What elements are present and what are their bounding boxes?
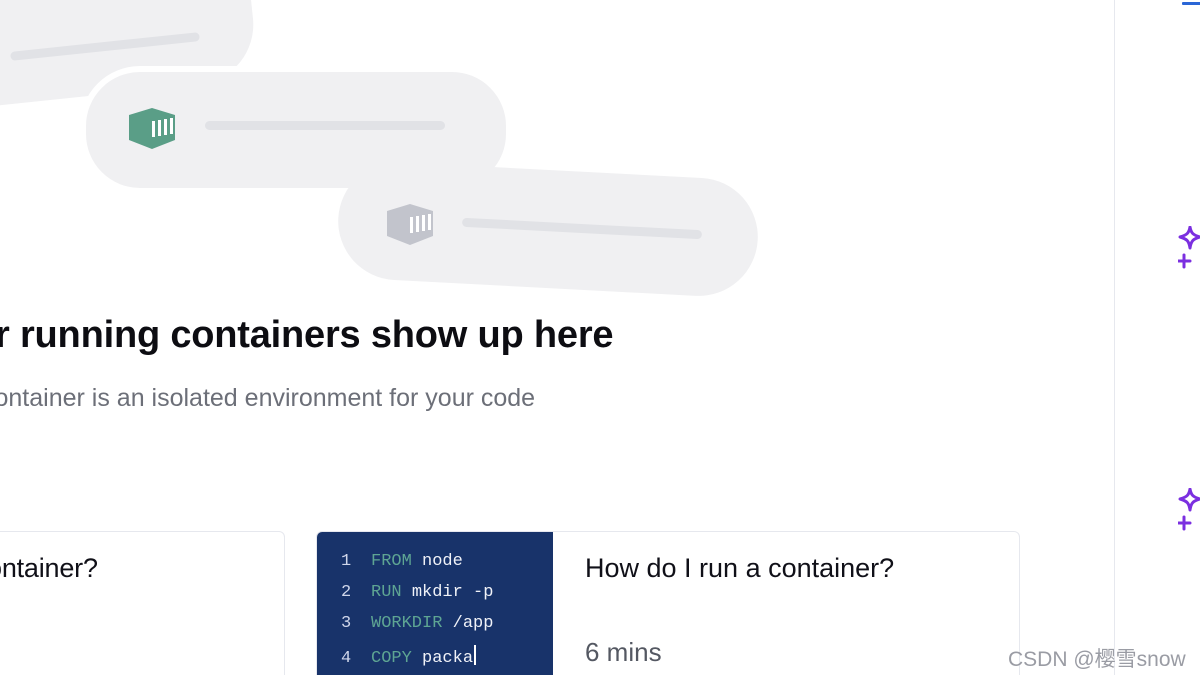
code-arg: /app [452,614,494,633]
guide-card-title: How do I run a container? [585,553,895,583]
line-number: 1 [341,552,352,571]
code-line: 4 COPY packa [341,645,477,668]
code-arg: packa [422,649,474,668]
guide-card-title: ontainer? [0,553,98,583]
code-arg: node [422,552,463,571]
sparkle-icon[interactable] [1178,226,1200,270]
main-content: ur running containers show up here conta… [0,0,1114,675]
code-keyword: RUN [371,583,402,602]
code-snippet: 1 FROM node 2 RUN mkdir -p 3 WORKDIR /app 4… [317,532,553,675]
text-cursor [474,645,477,665]
code-keyword: COPY [371,649,412,668]
line-number: 3 [341,614,352,633]
guide-card-run-container[interactable]: 1 FROM node 2 RUN mkdir -p 3 WORKDIR /app 4… [316,531,1020,675]
line-number: 2 [341,583,352,602]
empty-state-subtitle: container is an isolated environment for… [0,384,536,412]
code-keyword: FROM [371,552,412,571]
code-line: 2 RUN mkdir -p [341,583,493,602]
illustration-line [205,121,445,130]
active-indicator [1182,2,1200,5]
sparkle-icon[interactable] [1178,488,1200,532]
line-number: 4 [341,649,352,668]
code-line: 3 WORKDIR /app [341,614,493,633]
code-arg: mkdir -p [411,583,494,602]
container-icon [129,108,175,149]
guide-card-duration: 6 mins [585,637,662,667]
code-keyword: WORKDIR [371,614,443,633]
right-sidebar [1115,0,1200,675]
watermark: CSDN @樱雪snow [1008,648,1186,671]
code-line: 1 FROM node [341,552,463,571]
empty-state-title: ur running containers show up here [0,314,614,356]
container-icon [387,204,433,245]
guide-card-what-is-container[interactable]: ontainer? [0,531,285,675]
